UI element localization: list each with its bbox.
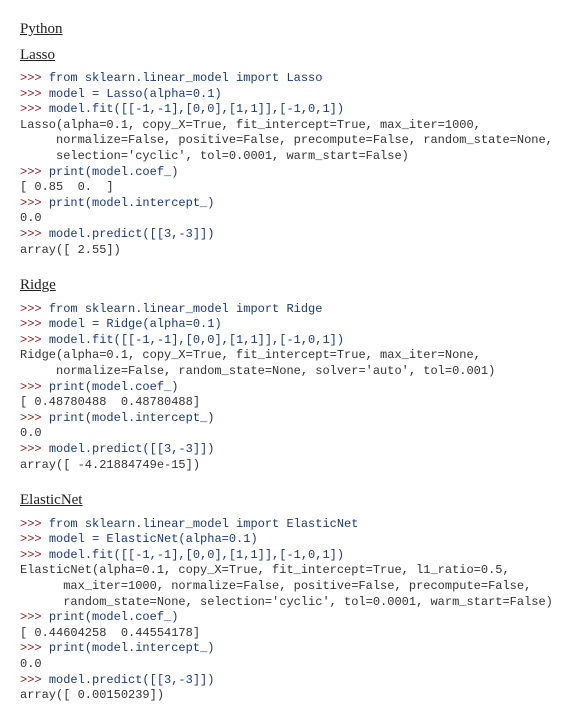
repl-output: Ridge(alpha=0.1, copy_X=True, fit_interc… xyxy=(20,348,481,362)
repl-prompt: >>> xyxy=(20,87,49,101)
repl-input: from sklearn.linear_model import Ridge xyxy=(49,302,323,316)
page-title: Python xyxy=(20,20,563,40)
repl-output: array([ 0.00150239]) xyxy=(20,688,164,702)
repl-input: print(model.intercept_) xyxy=(49,196,215,210)
repl-output: max_iter=1000, normalize=False, positive… xyxy=(20,579,531,593)
section-title: ElasticNet xyxy=(20,491,563,511)
code-line: ElasticNet(alpha=0.1, copy_X=True, fit_i… xyxy=(20,563,563,579)
code-line: >>> model.predict([[3,-3]]) xyxy=(20,442,563,458)
repl-output: [ 0.85 0. ] xyxy=(20,180,114,194)
code-line: >>> model.fit([[-1,-1],[0,0],[1,1]],[-1,… xyxy=(20,102,563,118)
repl-output: selection='cyclic', tol=0.0001, warm_sta… xyxy=(20,149,409,163)
repl-input: model = Lasso(alpha=0.1) xyxy=(49,87,222,101)
repl-prompt: >>> xyxy=(20,673,49,687)
repl-input: model.fit([[-1,-1],[0,0],[1,1]],[-1,0,1]… xyxy=(49,333,344,347)
code-block: >>> from sklearn.linear_model import Las… xyxy=(20,71,563,258)
code-line: >>> model.fit([[-1,-1],[0,0],[1,1]],[-1,… xyxy=(20,333,563,349)
code-line: 0.0 xyxy=(20,426,563,442)
repl-output: 0.0 xyxy=(20,657,42,671)
code-block: >>> from sklearn.linear_model import Rid… xyxy=(20,302,563,474)
code-line: >>> model = Ridge(alpha=0.1) xyxy=(20,317,563,333)
repl-input: from sklearn.linear_model import Elastic… xyxy=(49,517,359,531)
code-line: >>> model.fit([[-1,-1],[0,0],[1,1]],[-1,… xyxy=(20,548,563,564)
code-line: >>> print(model.coef_) xyxy=(20,165,563,181)
repl-prompt: >>> xyxy=(20,196,49,210)
code-line: max_iter=1000, normalize=False, positive… xyxy=(20,579,563,595)
repl-input: model.fit([[-1,-1],[0,0],[1,1]],[-1,0,1]… xyxy=(49,548,344,562)
repl-output: normalize=False, positive=False, precomp… xyxy=(20,133,553,147)
repl-output: 0.0 xyxy=(20,426,42,440)
code-line: normalize=False, positive=False, precomp… xyxy=(20,133,563,149)
repl-prompt: >>> xyxy=(20,548,49,562)
repl-output: random_state=None, selection='cyclic', t… xyxy=(20,595,553,609)
repl-input: print(model.coef_) xyxy=(49,380,179,394)
repl-prompt: >>> xyxy=(20,411,49,425)
repl-output: 0.0 xyxy=(20,211,42,225)
repl-output: array([ -4.21884749e-15]) xyxy=(20,458,200,472)
code-line: selection='cyclic', tol=0.0001, warm_sta… xyxy=(20,149,563,165)
code-line: >>> model = ElasticNet(alpha=0.1) xyxy=(20,532,563,548)
repl-input: model.predict([[3,-3]]) xyxy=(49,673,215,687)
repl-prompt: >>> xyxy=(20,380,49,394)
repl-prompt: >>> xyxy=(20,71,49,85)
repl-prompt: >>> xyxy=(20,302,49,316)
code-line: >>> model.predict([[3,-3]]) xyxy=(20,673,563,689)
repl-prompt: >>> xyxy=(20,610,49,624)
code-line: array([ 2.55]) xyxy=(20,243,563,259)
repl-prompt: >>> xyxy=(20,442,49,456)
code-line: >>> print(model.intercept_) xyxy=(20,196,563,212)
code-line: >>> print(model.intercept_) xyxy=(20,641,563,657)
code-line: Ridge(alpha=0.1, copy_X=True, fit_interc… xyxy=(20,348,563,364)
repl-input: print(model.coef_) xyxy=(49,165,179,179)
repl-prompt: >>> xyxy=(20,227,49,241)
code-line: [ 0.44604258 0.44554178] xyxy=(20,626,563,642)
code-line: >>> print(model.coef_) xyxy=(20,380,563,396)
repl-output: [ 0.44604258 0.44554178] xyxy=(20,626,200,640)
code-line: >>> model.predict([[3,-3]]) xyxy=(20,227,563,243)
repl-output: ElasticNet(alpha=0.1, copy_X=True, fit_i… xyxy=(20,563,510,577)
repl-output: normalize=False, random_state=None, solv… xyxy=(20,364,495,378)
code-line: >>> model = Lasso(alpha=0.1) xyxy=(20,87,563,103)
code-block: >>> from sklearn.linear_model import Ela… xyxy=(20,517,563,704)
repl-output: [ 0.48780488 0.48780488] xyxy=(20,395,200,409)
code-line: >>> print(model.intercept_) xyxy=(20,411,563,427)
repl-prompt: >>> xyxy=(20,641,49,655)
repl-prompt: >>> xyxy=(20,333,49,347)
code-line: array([ 0.00150239]) xyxy=(20,688,563,704)
repl-prompt: >>> xyxy=(20,517,49,531)
code-line: [ 0.48780488 0.48780488] xyxy=(20,395,563,411)
code-line: [ 0.85 0. ] xyxy=(20,180,563,196)
repl-input: model.predict([[3,-3]]) xyxy=(49,227,215,241)
code-line: 0.0 xyxy=(20,657,563,673)
repl-input: model.predict([[3,-3]]) xyxy=(49,442,215,456)
code-line: Lasso(alpha=0.1, copy_X=True, fit_interc… xyxy=(20,118,563,134)
repl-output: array([ 2.55]) xyxy=(20,243,121,257)
code-line: 0.0 xyxy=(20,211,563,227)
repl-input: print(model.intercept_) xyxy=(49,641,215,655)
code-line: normalize=False, random_state=None, solv… xyxy=(20,364,563,380)
repl-prompt: >>> xyxy=(20,165,49,179)
repl-input: print(model.intercept_) xyxy=(49,411,215,425)
repl-prompt: >>> xyxy=(20,317,49,331)
repl-input: model = ElasticNet(alpha=0.1) xyxy=(49,532,258,546)
repl-prompt: >>> xyxy=(20,102,49,116)
code-line: array([ -4.21884749e-15]) xyxy=(20,458,563,474)
repl-input: model.fit([[-1,-1],[0,0],[1,1]],[-1,0,1]… xyxy=(49,102,344,116)
code-line: >>> from sklearn.linear_model import Ela… xyxy=(20,517,563,533)
code-line: >>> from sklearn.linear_model import Rid… xyxy=(20,302,563,318)
repl-input: print(model.coef_) xyxy=(49,610,179,624)
repl-input: model = Ridge(alpha=0.1) xyxy=(49,317,222,331)
code-line: >>> print(model.coef_) xyxy=(20,610,563,626)
section-title: Ridge xyxy=(20,276,563,296)
code-line: random_state=None, selection='cyclic', t… xyxy=(20,595,563,611)
repl-input: from sklearn.linear_model import Lasso xyxy=(49,71,323,85)
repl-prompt: >>> xyxy=(20,532,49,546)
repl-output: Lasso(alpha=0.1, copy_X=True, fit_interc… xyxy=(20,118,481,132)
section-title: Lasso xyxy=(20,46,563,66)
code-line: >>> from sklearn.linear_model import Las… xyxy=(20,71,563,87)
